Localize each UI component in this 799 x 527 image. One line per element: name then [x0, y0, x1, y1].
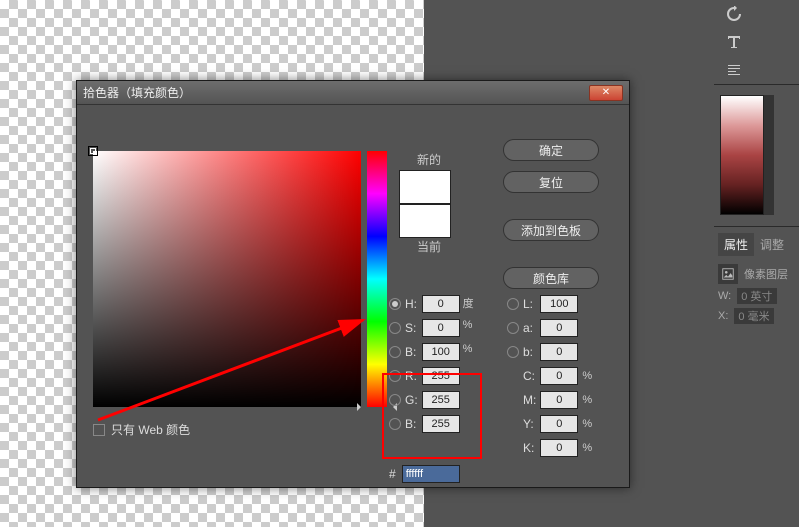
radio-b2[interactable] — [507, 346, 519, 358]
saturation-value-field[interactable] — [93, 151, 361, 407]
y-input[interactable] — [540, 415, 578, 433]
radio-h[interactable] — [389, 298, 401, 310]
l-input[interactable] — [540, 295, 578, 313]
add-swatch-button[interactable]: 添加到色板 — [503, 219, 599, 241]
close-button[interactable] — [589, 85, 623, 101]
color-gradient-preview — [720, 95, 764, 215]
w-label: W: — [718, 290, 731, 302]
paragraph-icon[interactable] — [718, 56, 750, 84]
radio-b[interactable] — [389, 418, 401, 430]
radio-r[interactable] — [389, 370, 401, 382]
s-input[interactable] — [422, 319, 460, 337]
web-colors-checkbox[interactable] — [93, 424, 105, 436]
c-input[interactable] — [540, 367, 578, 385]
tab-properties[interactable]: 属性 — [718, 233, 754, 256]
new-color-swatch — [399, 170, 451, 204]
x-input[interactable] — [734, 308, 774, 324]
r-input[interactable] — [422, 367, 460, 385]
reset-button[interactable]: 复位 — [503, 171, 599, 193]
radio-l[interactable] — [507, 298, 519, 310]
sv-cursor[interactable] — [88, 146, 98, 156]
tab-adjust[interactable]: 调整 — [754, 233, 790, 256]
w-input[interactable] — [737, 288, 777, 304]
dialog-title: 拾色器（填充颜色） — [83, 84, 589, 101]
radio-s[interactable] — [389, 322, 401, 334]
hex-input[interactable] — [402, 465, 460, 483]
k-input[interactable] — [540, 439, 578, 457]
hex-label: # — [389, 467, 396, 481]
history-icon[interactable] — [718, 0, 750, 28]
current-color-swatch[interactable] — [399, 204, 451, 238]
radio-bb[interactable] — [389, 346, 401, 358]
hue-slider[interactable] — [367, 151, 387, 407]
g-input[interactable] — [422, 391, 460, 409]
new-color-label: 新的 — [399, 151, 459, 168]
web-colors-label: 只有 Web 颜色 — [111, 421, 190, 438]
b-input[interactable] — [422, 415, 460, 433]
layer-kind-label: 像素图层 — [744, 266, 788, 282]
b2-input[interactable] — [540, 343, 578, 361]
text-icon[interactable] — [718, 28, 750, 56]
brightness-input[interactable] — [422, 343, 460, 361]
color-lib-button[interactable]: 颜色库 — [503, 267, 599, 289]
color-picker-dialog: 拾色器（填充颜色） 新的 当前 确定 复位 添加到色板 颜色库 H:度 — [76, 80, 630, 488]
right-panel: 属性 调整 像素图层 W: X: — [714, 0, 799, 527]
ok-button[interactable]: 确定 — [503, 139, 599, 161]
properties-panel: 属性 调整 像素图层 W: X: — [714, 226, 799, 334]
current-color-label: 当前 — [399, 238, 459, 255]
layer-kind-icon — [718, 264, 738, 284]
x-label: X: — [718, 310, 728, 322]
m-input[interactable] — [540, 391, 578, 409]
gradient-index — [764, 95, 774, 215]
h-input[interactable] — [422, 295, 460, 313]
a-input[interactable] — [540, 319, 578, 337]
radio-a[interactable] — [507, 322, 519, 334]
titlebar[interactable]: 拾色器（填充颜色） — [77, 81, 629, 105]
radio-g[interactable] — [389, 394, 401, 406]
